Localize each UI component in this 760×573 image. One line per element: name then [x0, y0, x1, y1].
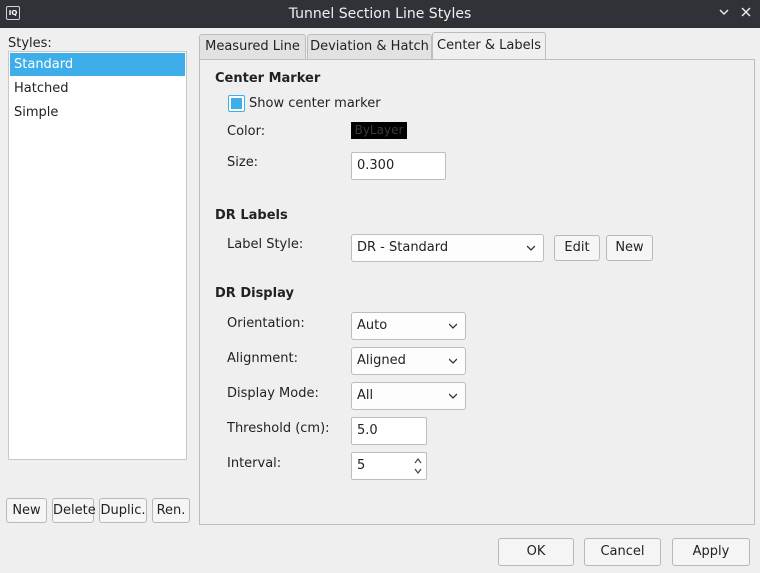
- size-label: Size:: [227, 155, 259, 170]
- close-icon[interactable]: [736, 4, 756, 24]
- interval-label: Interval:: [227, 456, 282, 471]
- orientation-select[interactable]: Auto: [351, 312, 466, 340]
- edit-label-style-button[interactable]: Edit: [554, 235, 600, 261]
- label-style-value: DR - Standard: [357, 240, 449, 255]
- threshold-label: Threshold (cm):: [227, 421, 330, 436]
- color-swatch-button[interactable]: ByLayer: [351, 122, 407, 139]
- display-mode-label: Display Mode:: [227, 386, 319, 401]
- orientation-value: Auto: [357, 318, 388, 333]
- threshold-input[interactable]: 5.0: [351, 417, 427, 445]
- dr-display-title: DR Display: [215, 286, 294, 301]
- chevron-down-icon: [449, 393, 457, 399]
- chevron-down-icon: [449, 323, 457, 329]
- cancel-button[interactable]: Cancel: [584, 538, 661, 566]
- delete-style-button[interactable]: Delete: [52, 498, 96, 523]
- tab-center-labels[interactable]: Center & Labels: [432, 32, 546, 60]
- center-marker-title: Center Marker: [215, 71, 321, 86]
- interval-spinbox[interactable]: 5: [351, 452, 427, 480]
- styles-label: Styles:: [8, 36, 52, 51]
- window-title: Tunnel Section Line Styles: [288, 6, 472, 22]
- spin-arrows-icon[interactable]: [414, 455, 422, 480]
- tab-deviation-hatch[interactable]: Deviation & Hatch: [307, 34, 432, 60]
- display-mode-select[interactable]: All: [351, 382, 466, 410]
- alignment-select[interactable]: Aligned: [351, 347, 466, 375]
- alignment-label: Alignment:: [227, 351, 298, 366]
- label-style-select[interactable]: DR - Standard: [351, 234, 544, 262]
- orientation-label: Orientation:: [227, 316, 305, 331]
- duplicate-style-button[interactable]: Duplic.: [99, 498, 147, 523]
- rename-style-button[interactable]: Ren.: [152, 498, 190, 523]
- title-bar: IQ Tunnel Section Line Styles: [0, 0, 760, 28]
- chevron-down-icon: [449, 358, 457, 364]
- size-input[interactable]: 0.300: [351, 152, 446, 180]
- styles-list[interactable]: Standard Hatched Simple: [8, 51, 187, 460]
- new-style-button[interactable]: New: [6, 498, 47, 523]
- style-item-standard[interactable]: Standard: [10, 53, 185, 76]
- style-item-hatched[interactable]: Hatched: [10, 77, 185, 100]
- interval-value: 5: [357, 458, 366, 473]
- chevron-down-icon: [527, 245, 535, 251]
- tab-measured-line[interactable]: Measured Line: [199, 34, 306, 60]
- dr-labels-title: DR Labels: [215, 208, 288, 223]
- alignment-value: Aligned: [357, 353, 406, 368]
- style-item-simple[interactable]: Simple: [10, 101, 185, 124]
- show-center-marker-label[interactable]: Show center marker: [249, 96, 381, 111]
- minimize-chevron-icon[interactable]: [714, 4, 734, 24]
- apply-button[interactable]: Apply: [672, 538, 750, 566]
- new-label-style-button[interactable]: New: [606, 235, 653, 261]
- color-label: Color:: [227, 124, 266, 139]
- ok-button[interactable]: OK: [498, 538, 574, 566]
- show-center-marker-checkbox[interactable]: [228, 95, 245, 112]
- checkbox-check-icon: [231, 98, 242, 109]
- display-mode-value: All: [357, 388, 374, 403]
- label-style-label: Label Style:: [227, 237, 304, 252]
